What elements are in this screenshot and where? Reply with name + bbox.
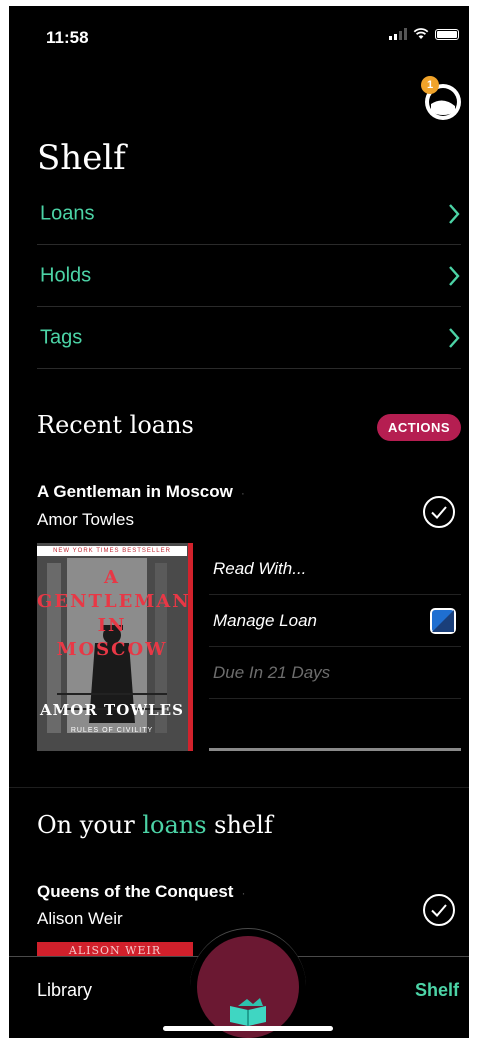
book-author[interactable]: Alison Weir xyxy=(37,909,123,929)
tab-shelf[interactable]: Shelf xyxy=(415,980,459,1001)
cover-subtitle: RULES OF CIVILITY xyxy=(70,727,154,734)
cover-title-line: IN xyxy=(97,615,127,636)
loans-shelf-title: On your loans shelf xyxy=(37,811,273,839)
signal-icon xyxy=(389,28,407,40)
cover-title-line: MOSCOW xyxy=(56,639,168,660)
nav-item-holds[interactable]: Holds xyxy=(37,245,461,307)
read-with-action[interactable]: Read With... xyxy=(209,543,461,595)
open-book-button[interactable] xyxy=(197,936,299,1038)
cover-author: AMOR TOWLES xyxy=(40,701,184,719)
separator-dot: · xyxy=(241,886,246,900)
status-icons xyxy=(389,28,459,40)
tab-library[interactable]: Library xyxy=(37,980,92,1001)
loans-shelf-link[interactable]: loans xyxy=(142,811,206,839)
manage-loan-action[interactable]: Manage Loan xyxy=(209,595,461,647)
cover-stripe xyxy=(188,543,193,751)
cover-banner: NEW YORK TIMES BESTSELLER xyxy=(37,546,187,556)
page-title: Shelf xyxy=(37,138,126,178)
section-divider xyxy=(9,787,469,788)
book-author[interactable]: Amor Towles xyxy=(37,510,134,530)
wifi-icon xyxy=(413,28,429,39)
chevron-right-icon xyxy=(449,327,460,348)
book-title[interactable]: Queens of the Conquest · xyxy=(37,882,245,902)
book-title-text: A Gentleman in Moscow xyxy=(37,482,233,501)
separator-dot: · xyxy=(240,486,245,500)
due-date-row: Due In 21 Days xyxy=(209,647,461,699)
app-screen: 11:58 1 Shelf Loans Holds Tags Recent lo… xyxy=(9,6,469,1038)
home-indicator[interactable] xyxy=(163,1026,333,1031)
actions-button[interactable]: ACTIONS xyxy=(377,414,461,441)
book-title[interactable]: A Gentleman in Moscow · xyxy=(37,482,245,502)
open-book-icon xyxy=(230,998,266,1026)
book-title-text: Queens of the Conquest xyxy=(37,882,234,901)
book-cover[interactable]: NEW YORK TIMES BESTSELLER A GENTLEMAN IN… xyxy=(37,543,193,751)
nav-item-label: Holds xyxy=(40,264,92,286)
loans-shelf-title-after: shelf xyxy=(206,811,273,839)
action-label: Read With... xyxy=(213,558,307,578)
battery-icon xyxy=(435,28,459,40)
notification-badge: 1 xyxy=(421,76,439,94)
nav-item-tags[interactable]: Tags xyxy=(37,307,461,369)
chevron-right-icon xyxy=(449,203,460,224)
manage-loan-icon xyxy=(430,608,456,634)
check-circle-icon[interactable] xyxy=(422,893,456,927)
cover-title-line: A xyxy=(104,567,120,588)
loan-progress-line xyxy=(209,748,461,751)
chevron-right-icon xyxy=(449,265,460,286)
check-circle-icon[interactable] xyxy=(422,495,456,529)
nav-item-label: Tags xyxy=(40,326,83,348)
nav-item-label: Loans xyxy=(40,202,95,224)
status-time: 11:58 xyxy=(46,28,89,47)
nav-item-loans[interactable]: Loans xyxy=(37,183,461,245)
due-date-label: Due In 21 Days xyxy=(213,662,331,682)
recent-loans-title: Recent loans xyxy=(37,411,194,439)
cover-title-line: GENTLEMAN xyxy=(37,591,191,612)
loans-shelf-title-before: On your xyxy=(37,811,143,839)
action-label: Manage Loan xyxy=(213,610,317,630)
